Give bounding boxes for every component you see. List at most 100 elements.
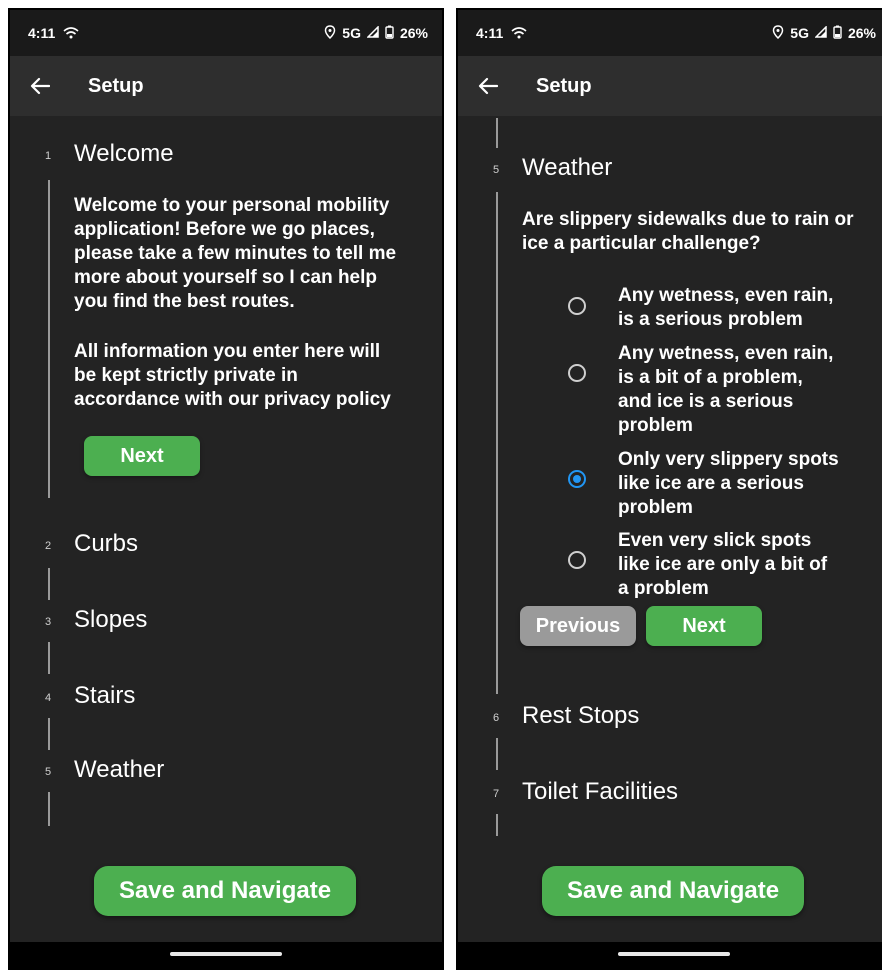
text-line: like ice are a serious: [618, 473, 804, 494]
step-connector: [48, 642, 50, 674]
text-line: ice a particular challenge?: [522, 233, 761, 254]
option-label: Any wetness, even rain, is a bit of a pr…: [618, 342, 868, 438]
text-line: Welcome to your personal mobility: [74, 195, 390, 216]
text-line: Even very slick spots: [618, 530, 812, 551]
step-weather[interactable]: 5 Weather: [10, 752, 442, 792]
step-number: 5: [44, 766, 52, 778]
step-connector: [48, 718, 50, 750]
page-title: Setup: [536, 74, 592, 97]
save-and-navigate-button[interactable]: Save and Navigate: [542, 866, 804, 916]
step-number: 3: [44, 616, 52, 628]
status-time: 4:11: [476, 25, 504, 41]
step-connector: [48, 180, 50, 498]
step-label: Rest Stops: [522, 702, 640, 729]
system-nav-bar: [10, 942, 442, 968]
location-icon: [772, 24, 784, 42]
step-number: 6: [492, 712, 500, 724]
step-connector: [496, 118, 498, 148]
text-line: problem: [618, 415, 693, 436]
home-gesture-pill[interactable]: [170, 952, 282, 956]
battery-percent: 26%: [847, 25, 876, 41]
step-label: Curbs: [74, 530, 139, 557]
battery-icon: [385, 25, 394, 42]
step-number: 2: [44, 540, 52, 552]
app-bar: Setup: [10, 56, 442, 116]
step-label: Stairs: [74, 682, 136, 709]
step-welcome[interactable]: 1 Welcome: [10, 136, 442, 176]
step-stairs[interactable]: 4 Stairs: [10, 678, 442, 718]
status-bar: 4:11 5G 26%: [10, 10, 442, 56]
step-label: Slopes: [74, 606, 148, 633]
radio-button[interactable]: [568, 551, 586, 569]
step-slopes[interactable]: 3 Slopes: [10, 602, 442, 642]
next-button[interactable]: Next: [646, 606, 762, 646]
welcome-paragraph-1: Welcome to your personal mobility applic…: [74, 194, 396, 314]
text-line: you find the best routes.: [74, 291, 295, 312]
text-line: application! Before we go places,: [74, 219, 375, 240]
text-line: like ice are only a bit of: [618, 554, 828, 575]
save-and-navigate-button[interactable]: Save and Navigate: [94, 866, 356, 916]
text-line: is a serious problem: [618, 309, 803, 330]
option-label: Even very slick spots like ice are only …: [618, 529, 868, 601]
status-bar: 4:11 5G 26%: [458, 10, 882, 56]
battery-icon: [833, 25, 842, 42]
text-line: Any wetness, even rain,: [618, 285, 834, 306]
step-toilet-facilities[interactable]: 7 Toilet Facilities: [458, 774, 882, 814]
previous-button[interactable]: Previous: [520, 606, 636, 646]
wifi-icon: [63, 26, 79, 40]
step-connector: [496, 814, 498, 836]
status-right: 5G 26%: [772, 24, 876, 42]
step-rest-stops[interactable]: 6 Rest Stops: [458, 698, 882, 738]
back-arrow-icon[interactable]: [28, 74, 52, 98]
home-gesture-pill[interactable]: [618, 952, 730, 956]
step-label: Weather: [522, 154, 613, 181]
location-icon: [324, 24, 336, 42]
welcome-paragraph-2: All information you enter here will be k…: [74, 340, 391, 412]
wifi-icon: [511, 26, 527, 40]
text-line: more about yourself so I can help: [74, 267, 378, 288]
step-label: Toilet Facilities: [522, 778, 679, 805]
step-number: 5: [492, 164, 500, 176]
step-connector: [48, 792, 50, 826]
step-connector: [496, 192, 498, 694]
text-line: a problem: [618, 578, 709, 599]
radio-button-selected[interactable]: [568, 470, 586, 488]
step-curbs[interactable]: 2 Curbs: [10, 526, 442, 566]
network-label: 5G: [790, 25, 809, 41]
radio-button[interactable]: [568, 297, 586, 315]
phone-screen-right: 4:11 5G 26% Setup 5 Weather Are slippery…: [456, 8, 882, 970]
text-line: Any wetness, even rain,: [618, 343, 834, 364]
step-connector: [496, 738, 498, 770]
text-line: be kept strictly private in: [74, 365, 298, 386]
app-bar: Setup: [458, 56, 882, 116]
step-number: 1: [44, 150, 52, 162]
system-nav-bar: [458, 942, 882, 968]
step-weather[interactable]: 5 Weather: [458, 150, 882, 190]
text-line: Are slippery sidewalks due to rain or: [522, 209, 854, 230]
text-line: and ice is a serious: [618, 391, 794, 412]
network-label: 5G: [342, 25, 361, 41]
step-label: Weather: [74, 756, 165, 783]
page-title: Setup: [88, 74, 144, 97]
signal-icon: [366, 25, 379, 41]
next-button[interactable]: Next: [84, 436, 200, 476]
step-number: 7: [492, 788, 500, 800]
back-arrow-icon[interactable]: [476, 74, 500, 98]
step-number: 4: [44, 692, 52, 704]
text-line: Only very slippery spots: [618, 449, 839, 470]
text-line: please take a few minutes to tell me: [74, 243, 397, 264]
step-connector: [48, 568, 50, 600]
status-time: 4:11: [28, 25, 56, 41]
option-label: Only very slippery spots like ice are a …: [618, 448, 868, 520]
text-line: accordance with our privacy policy: [74, 389, 391, 410]
step-label: Welcome: [74, 140, 174, 167]
text-line: All information you enter here will: [74, 341, 381, 362]
phone-screen-left: 4:11 5G 26% Setup 1 Welcome Welcome to y…: [8, 8, 444, 970]
status-right: 5G 26%: [324, 24, 428, 42]
battery-percent: 26%: [399, 25, 428, 41]
radio-button[interactable]: [568, 364, 586, 382]
text-line: problem: [618, 497, 693, 518]
text-line: is a bit of a problem,: [618, 367, 803, 388]
option-label: Any wetness, even rain, is a serious pro…: [618, 284, 868, 332]
signal-icon: [814, 25, 827, 41]
